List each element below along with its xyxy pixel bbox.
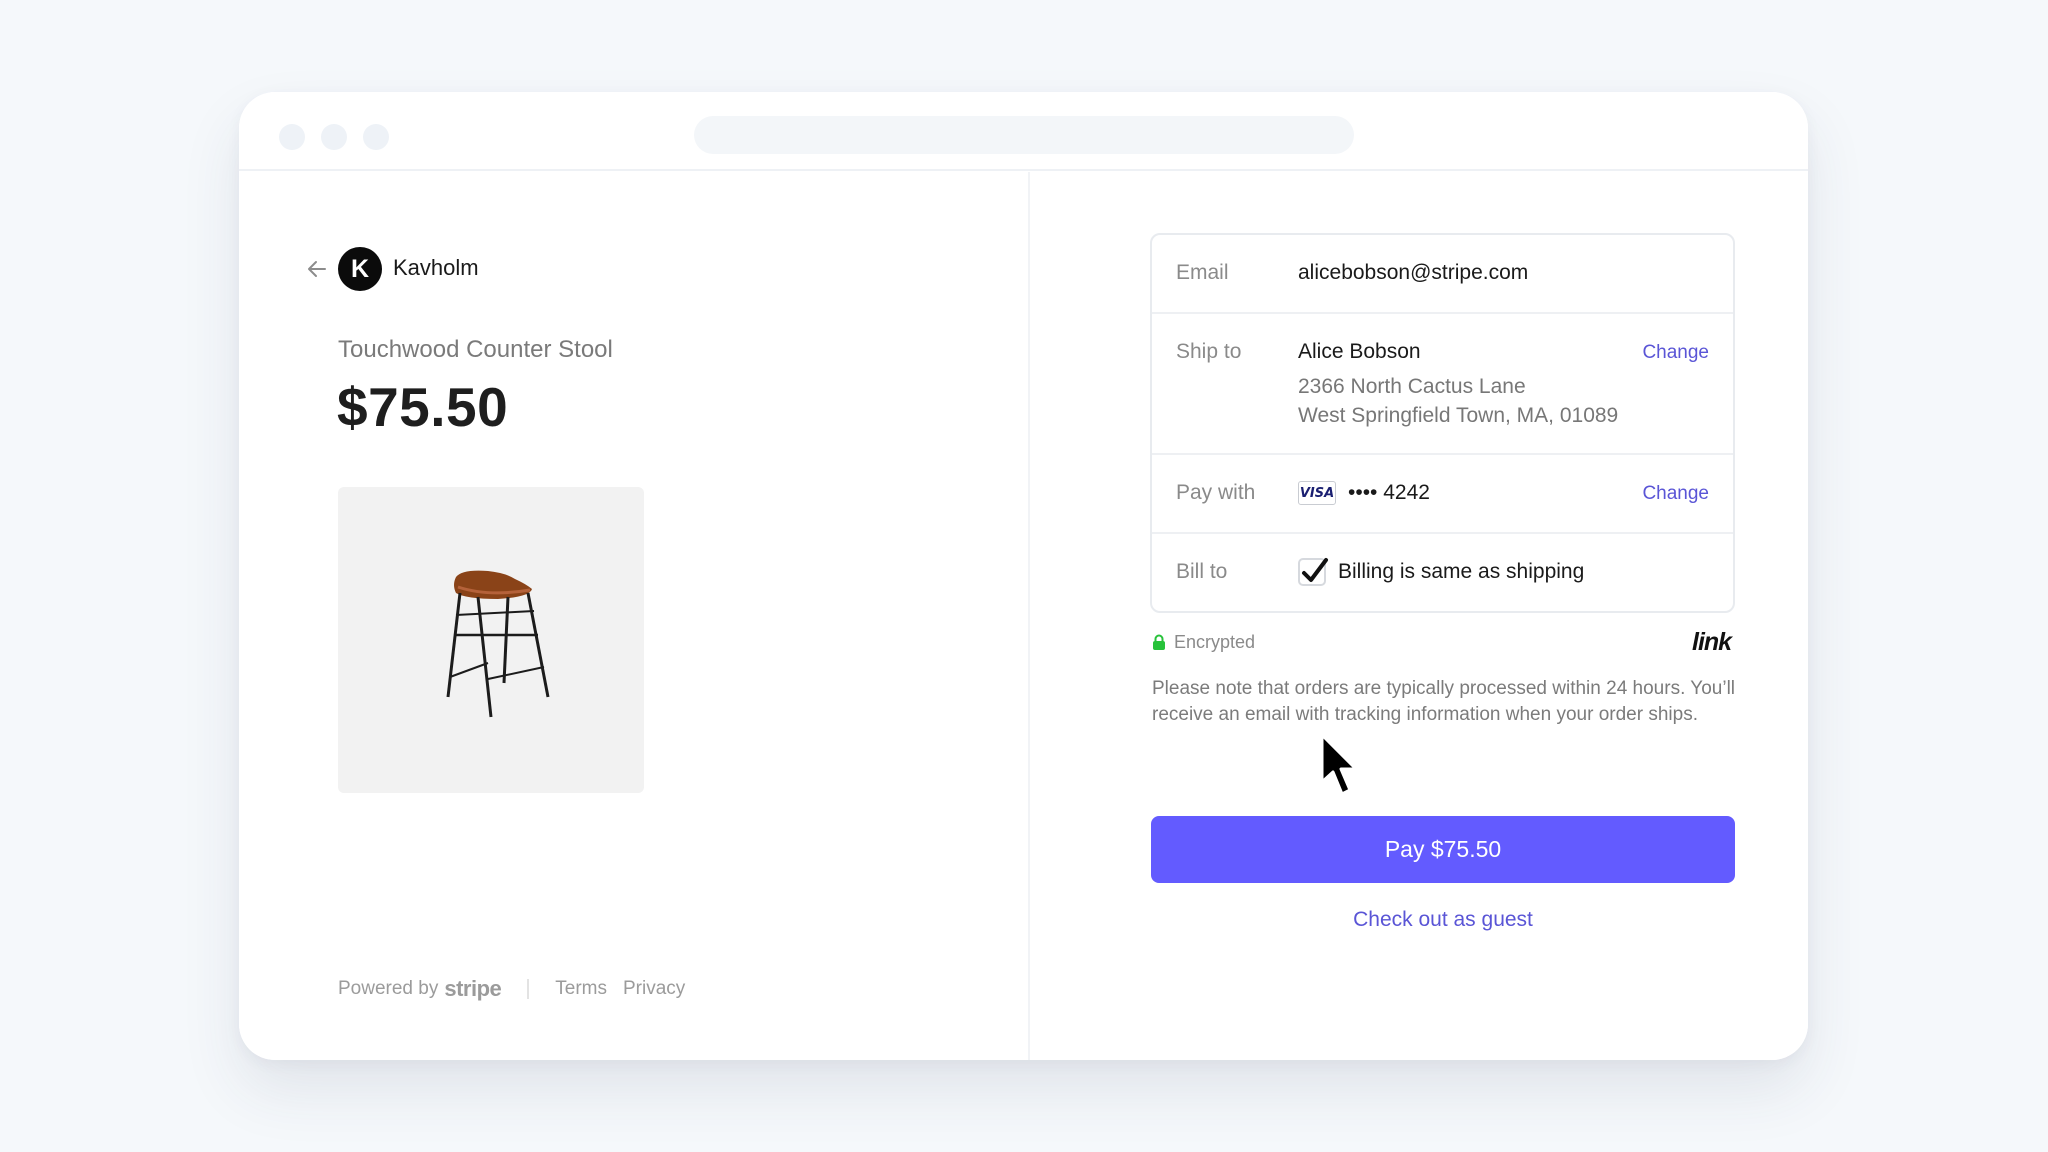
ship-to-name: Alice Bobson	[1298, 340, 1421, 363]
email-label: Email	[1176, 261, 1229, 284]
guest-checkout-link[interactable]: Check out as guest	[1151, 908, 1735, 932]
powered-by-text: Powered by	[338, 978, 439, 999]
encrypted-badge: Encrypted	[1152, 632, 1255, 653]
product-name: Touchwood Counter Stool	[338, 336, 613, 363]
visa-card-icon: VISA	[1298, 481, 1336, 505]
billing-same-label[interactable]: Billing is same as shipping	[1338, 560, 1584, 584]
pay-with-row: Pay with VISA •••• 4242 Change	[1152, 455, 1733, 534]
stripe-logo[interactable]: stripe	[444, 976, 501, 1002]
terms-link[interactable]: Terms	[555, 978, 607, 1000]
product-image	[338, 487, 644, 793]
mouse-pointer-icon	[1320, 733, 1358, 796]
arrow-left-icon[interactable]	[305, 257, 329, 281]
privacy-link[interactable]: Privacy	[623, 978, 685, 1000]
lock-icon	[1153, 634, 1165, 650]
bill-to-row: Bill to Billing is same as shipping	[1152, 534, 1733, 613]
change-shipping-link[interactable]: Change	[1642, 342, 1709, 364]
footer: Powered by stripe Terms Privacy	[338, 976, 701, 1002]
encrypted-text: Encrypted	[1174, 632, 1256, 652]
product-price: $75.50	[337, 376, 509, 438]
footer-divider	[527, 979, 530, 999]
change-payment-link[interactable]: Change	[1642, 483, 1709, 505]
ship-to-row: Ship to Alice Bobson 2366 North Cactus L…	[1152, 314, 1733, 455]
pay-button[interactable]: Pay $75.50	[1151, 816, 1735, 883]
pay-with-label: Pay with	[1176, 481, 1256, 504]
ship-to-address-line1: 2366 North Cactus Lane	[1298, 375, 1526, 398]
checkout-details-box: Email alicebobson@stripe.com Ship to Ali…	[1150, 233, 1735, 613]
processing-note: Please note that orders are typically pr…	[1152, 678, 1736, 725]
email-value: alicebobson@stripe.com	[1298, 261, 1529, 284]
email-row[interactable]: Email alicebobson@stripe.com	[1152, 235, 1733, 314]
ship-to-address-line2: West Springfield Town, MA, 01089	[1298, 404, 1619, 427]
merchant-name: Kavholm	[393, 255, 479, 280]
ship-to-label: Ship to	[1176, 340, 1242, 363]
merchant-logo: K	[338, 247, 382, 291]
card-number: •••• 4242	[1348, 481, 1430, 504]
order-summary: K Kavholm Touchwood Counter Stool $75.50…	[239, 92, 1028, 1060]
stool-image	[446, 570, 550, 718]
bill-to-label: Bill to	[1176, 560, 1228, 583]
link-logo: link	[1692, 628, 1732, 656]
billing-same-checkbox[interactable]	[1298, 558, 1328, 586]
checkmark-icon	[1302, 558, 1328, 582]
